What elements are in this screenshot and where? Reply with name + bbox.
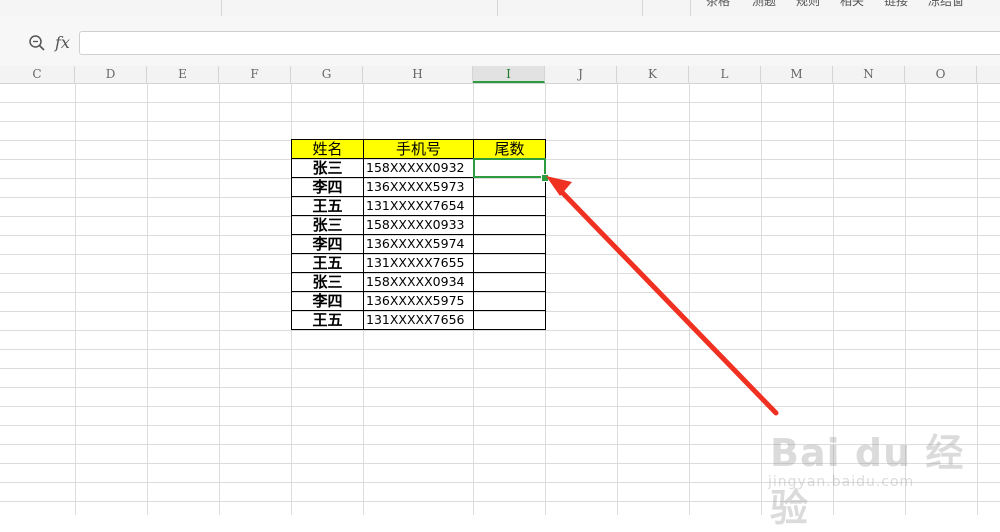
baidu-watermark: Bai du 经验 jingyan.baidu.com xyxy=(760,404,1000,530)
watermark-url: jingyan.baidu.com xyxy=(768,474,915,490)
